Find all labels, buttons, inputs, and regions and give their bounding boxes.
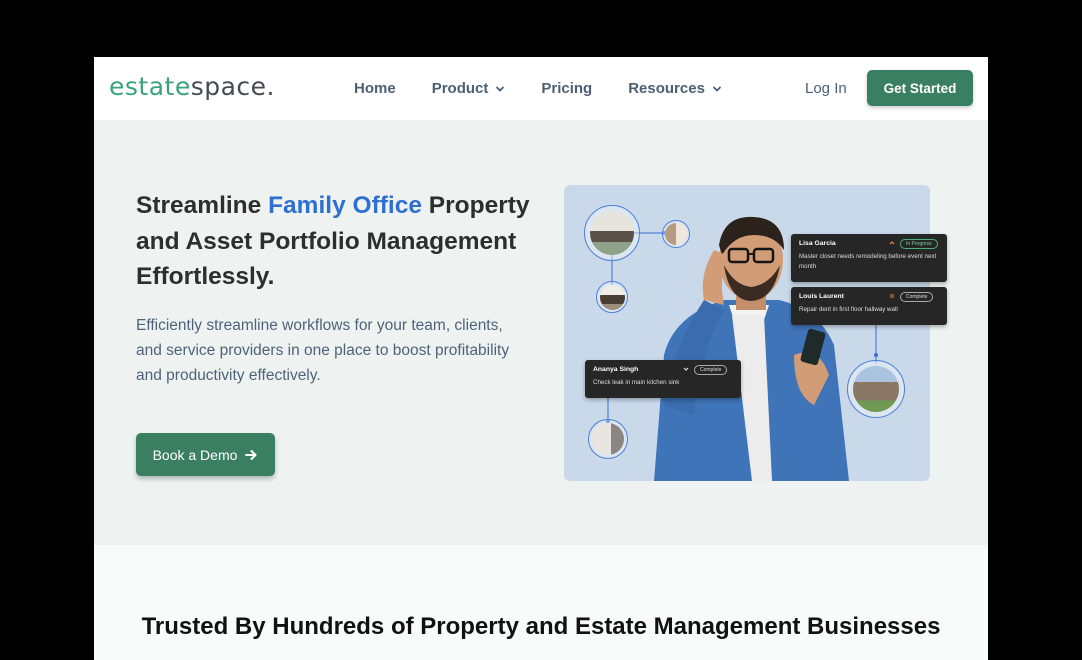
equals-icon [890, 294, 894, 298]
nav-item-label: Product [431, 80, 489, 97]
logo[interactable]: estatespace. [109, 72, 275, 101]
logo-part1: estate [109, 72, 191, 101]
nav-links: Home Product Pricing Resources [354, 57, 758, 120]
nav-item-home[interactable]: Home [354, 80, 396, 97]
status-badge: Complete [900, 292, 934, 302]
chevron-down-icon [713, 86, 721, 92]
nav-item-label: Resources [628, 80, 705, 97]
nav-item-pricing[interactable]: Pricing [541, 80, 592, 97]
chevron-up-icon [889, 241, 895, 245]
task-card[interactable]: Ananya Singh Complete Check leak in main… [585, 360, 741, 398]
logo-part2: space. [190, 72, 276, 101]
nav-item-label: Pricing [541, 80, 593, 97]
task-card[interactable]: Louis Laurent Complete Repair dent in fi… [791, 287, 947, 325]
nav-item-product[interactable]: Product [432, 80, 506, 97]
status-badge: In Progress [900, 239, 938, 249]
task-card[interactable]: Lisa Garcia In Progress Master closet ne… [791, 234, 947, 282]
task-message: Check leak in main kitchen sink [593, 379, 680, 386]
trusted-heading: Trusted By Hundreds of Property and Esta… [141, 613, 941, 640]
property-node-room [662, 220, 690, 248]
chevron-down-icon [683, 367, 689, 371]
property-node-house-classic [847, 360, 905, 418]
property-node-interior [596, 281, 628, 313]
nav-item-label: Home [354, 80, 396, 97]
arrow-right-icon [245, 449, 257, 460]
property-node-kitchen [588, 419, 628, 459]
task-message: Master closet needs remodeling before ev… [799, 253, 937, 270]
page: estatespace. Home Product Pricing Resour… [94, 57, 988, 660]
task-message: Repair dent in first floor hallway wall [799, 306, 898, 313]
get-started-button[interactable]: Get Started [867, 70, 973, 106]
book-demo-button[interactable]: Book a Demo [136, 433, 275, 476]
nav-item-resources[interactable]: Resources [628, 80, 722, 97]
book-demo-label: Book a Demo [152, 446, 238, 463]
login-link[interactable]: Log In [805, 80, 847, 97]
chevron-down-icon [496, 86, 505, 92]
hero-title-part1: Streamline [136, 192, 269, 219]
hero-illustration: Lisa Garcia In Progress Master closet ne… [564, 185, 947, 481]
top-nav: estatespace. Home Product Pricing Resour… [94, 57, 988, 120]
hero-title: Streamline Family Office Property and As… [136, 188, 536, 295]
property-node-house-modern [584, 205, 640, 261]
hero-title-accent: Family Office [268, 192, 422, 219]
status-badge: Complete [694, 365, 728, 375]
trusted-section: Trusted By Hundreds of Property and Esta… [94, 545, 988, 660]
hero-subtitle: Efficiently streamline workflows for you… [136, 317, 510, 384]
hero-section: Streamline Family Office Property and As… [94, 120, 988, 545]
